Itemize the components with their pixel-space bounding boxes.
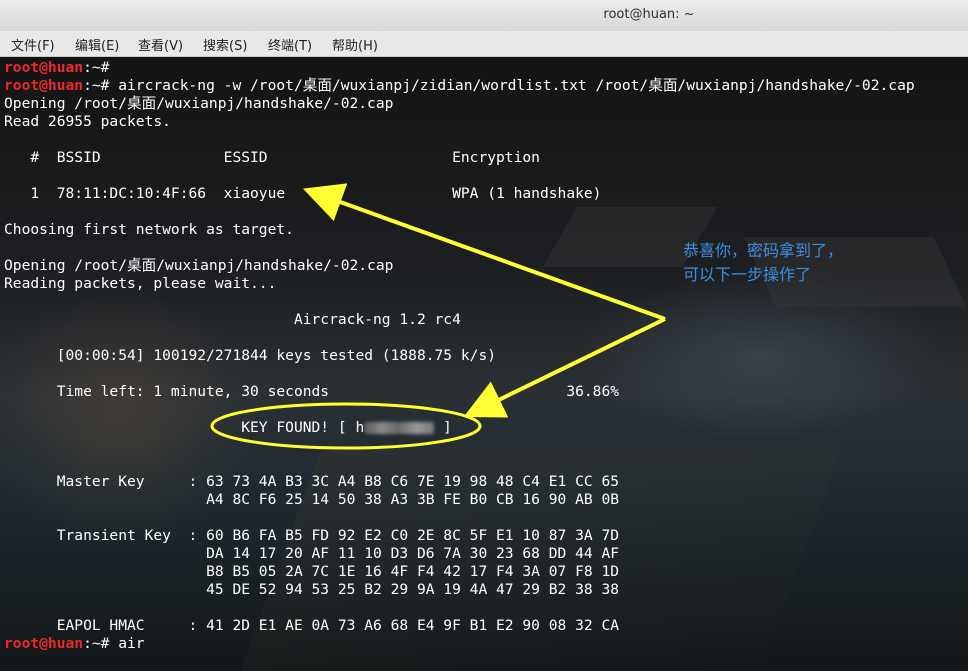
window-title: root@huan: ~ (603, 7, 695, 22)
arrow-to-essid (302, 183, 666, 321)
menu-help[interactable]: 帮助(H) (332, 35, 378, 54)
title-bar[interactable]: root@huan: ~ (0, 0, 968, 31)
annotation-line-1: 恭喜你，密码拿到了， (683, 241, 844, 260)
menu-bar: 文件(F) 编辑(E) 查看(V) 搜索(S) 终端(T) 帮助(H) (0, 31, 968, 57)
menu-terminal[interactable]: 终端(T) (268, 35, 312, 54)
annotation-overlay (210, 183, 666, 450)
menu-file[interactable]: 文件(F) (11, 35, 55, 54)
annotation-text: 恭喜你，密码拿到了， 可以下一步操作了 (683, 239, 943, 287)
menu-edit[interactable]: 编辑(E) (75, 35, 119, 54)
terminal-window: root@huan: ~ 文件(F) 编辑(E) 查看(V) 搜索(S) 终端(… (0, 0, 968, 671)
menu-search[interactable]: 搜索(S) (203, 35, 247, 54)
arrow-to-key (463, 317, 666, 418)
menu-view[interactable]: 查看(V) (138, 35, 183, 54)
key-found-highlight (210, 402, 482, 450)
annotation-line-2: 可以下一步操作了 (683, 265, 812, 284)
